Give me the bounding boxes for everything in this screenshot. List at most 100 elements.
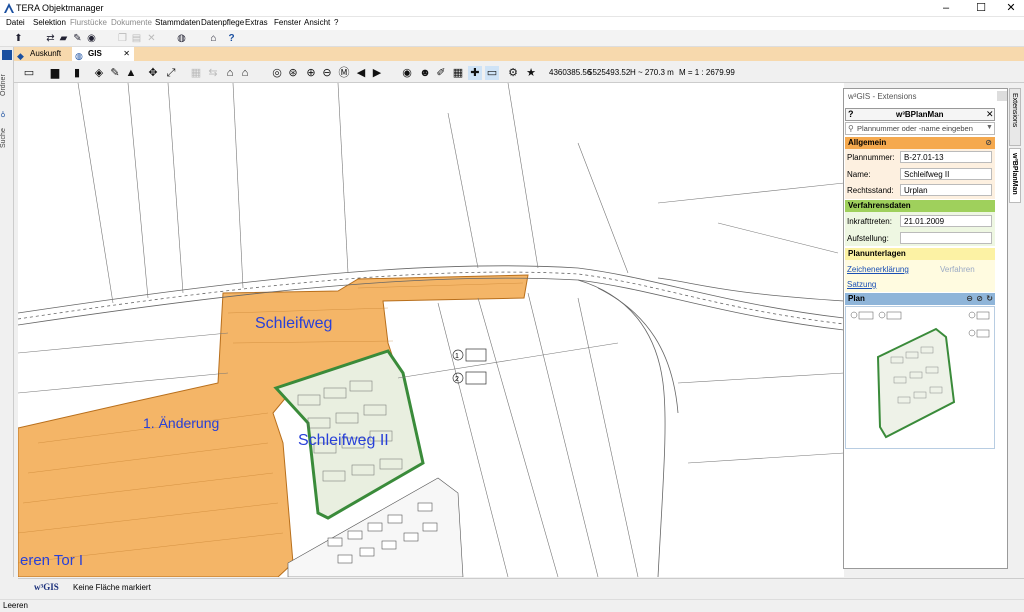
swap-icon[interactable]: ⇆ <box>206 66 220 80</box>
search-placeholder: Plannummer oder -name eingeben <box>857 124 973 133</box>
app-status-text: Leeren <box>3 601 28 610</box>
globe-icon[interactable]: ◍ <box>175 32 188 45</box>
ordner-icon[interactable] <box>2 50 12 60</box>
name-field[interactable]: Schleifweg II <box>900 168 992 180</box>
puzzle-icon[interactable]: ✚ <box>468 66 482 80</box>
rechtsstand-label: Rechtsstand: <box>847 186 894 195</box>
maximize-button[interactable]: ☐ <box>965 0 997 17</box>
menu-flurstuecke[interactable]: Flurstücke <box>70 18 107 27</box>
print-icon[interactable]: ▆ <box>48 66 62 80</box>
plan-thumbnail <box>850 311 990 439</box>
help-button[interactable]: ? <box>848 109 854 119</box>
menu-help[interactable]: ? <box>334 18 338 27</box>
search-icon[interactable]: ⚲ <box>0 109 14 119</box>
bookmark-icon[interactable]: ⌂ <box>207 32 220 45</box>
delete-icon[interactable]: ✕ <box>145 32 158 45</box>
pin-icon[interactable]: ⬆ <box>12 32 25 45</box>
plan-preview[interactable] <box>845 306 995 449</box>
menu-stammdaten[interactable]: Stammdaten <box>155 18 200 27</box>
home-icon[interactable]: ⌂ <box>223 66 237 80</box>
coord-y: 5525493.52 <box>588 68 631 77</box>
help-icon[interactable]: ? <box>225 32 238 45</box>
map-canvas[interactable]: 1 2 Schleifweg Schleifweg II 1. Änderung… <box>18 83 844 577</box>
rechtsstand-field[interactable]: Urplan <box>900 184 992 196</box>
refresh-icon[interactable]: ↻ <box>986 293 993 305</box>
filter-icon[interactable]: ⇄ <box>44 32 57 45</box>
comment-icon[interactable]: ▭ <box>485 66 499 80</box>
inkrafttreten-field[interactable]: 21.01.2009 <box>900 215 992 227</box>
layers-icon[interactable]: ◈ <box>92 66 106 80</box>
menu-ansicht[interactable]: Ansicht <box>304 18 330 27</box>
menu-dokumente[interactable]: Dokumente <box>111 18 152 27</box>
minimize-button[interactable]: – <box>930 0 962 17</box>
title-bar: TERA Objektmanager – ☐ ✕ <box>0 0 1024 17</box>
close-button[interactable]: ✕ <box>995 0 1024 17</box>
buildings-icon[interactable]: ⌂ <box>238 66 252 80</box>
menu-datei[interactable]: Datei <box>6 18 25 27</box>
tools-icon[interactable]: ✎ <box>71 32 84 45</box>
vertical-tab-extensions-label: Extensions <box>1011 93 1018 128</box>
back-icon[interactable]: ◀ <box>354 66 368 80</box>
extensions-panel: w³GIS - Extensions ? w³BPlanMan ✕ ⚲ Plan… <box>843 88 1008 569</box>
gear-icon[interactable]: ⚙ <box>506 66 520 80</box>
menu-extras[interactable]: Extras <box>245 18 268 27</box>
plannummer-field[interactable]: B-27.01-13 <box>900 151 992 163</box>
section-planunterlagen-label: Planunterlagen <box>848 249 906 258</box>
star-icon[interactable]: ★ <box>524 66 538 80</box>
terrain-icon[interactable]: ▲ <box>124 66 138 80</box>
remove-icon[interactable]: ⊘ <box>976 293 983 305</box>
measure-icon[interactable]: Ⓜ <box>337 66 351 80</box>
menu-fenster[interactable]: Fenster <box>274 18 301 27</box>
paste-icon[interactable]: ▤ <box>130 32 143 45</box>
plannummer-label: Plannummer: <box>847 153 895 162</box>
pen-icon[interactable]: ✎ <box>108 66 122 80</box>
panel-close-button[interactable]: ✕ <box>986 109 994 120</box>
tab-auskunft[interactable]: ◆ Auskunft <box>14 47 72 61</box>
remove-icon[interactable]: ⊘ <box>985 137 992 149</box>
close-tab-icon[interactable]: ✕ <box>123 47 130 61</box>
verfahren-link[interactable]: Verfahren <box>940 265 975 274</box>
pan-icon[interactable]: ⊛ <box>286 66 300 80</box>
rectangle-select-icon[interactable]: ▭ <box>22 66 36 80</box>
copy-icon[interactable]: ❐ <box>116 32 129 45</box>
crosshair-icon[interactable]: ✥ <box>146 66 160 80</box>
section-plan-label: Plan <box>848 294 865 303</box>
menu-datenpflege[interactable]: Datenpflege <box>201 18 244 27</box>
gis-icon[interactable]: ◉ <box>85 32 98 45</box>
section-plan[interactable]: Plan ⊖ ⊘ ↻ <box>845 293 995 305</box>
person-icon[interactable]: ☻ <box>418 66 432 80</box>
zeichenerklaerung-link[interactable]: Zeichenerklärung <box>847 265 909 274</box>
side-tab-suche[interactable]: Suche <box>0 121 14 155</box>
fit-extent-icon[interactable]: ⤢ <box>164 66 178 80</box>
grid-icon[interactable]: ▦ <box>189 66 203 80</box>
target-icon[interactable]: ◉ <box>400 66 414 80</box>
section-planunterlagen[interactable]: Planunterlagen <box>845 248 995 260</box>
section-allgemein[interactable]: Allgemein ⊘ <box>845 137 995 149</box>
edit-icon[interactable]: ✐ <box>434 66 448 80</box>
main-toolbar: ⬆ ⇄ ▰ ✎ ◉ ❐ ▤ ✕ ◍ ⌂ ? <box>0 30 1024 47</box>
section-verfahrensdaten[interactable]: Verfahrensdaten <box>845 200 995 212</box>
forward-icon[interactable]: ▶ <box>370 66 384 80</box>
label-schleifweg-2: Schleifweg II <box>298 432 389 449</box>
satzung-link[interactable]: Satzung <box>847 280 876 289</box>
tab-gis[interactable]: ◍ GIS ✕ <box>72 47 134 61</box>
bookmark-icon[interactable]: ▮ <box>70 66 84 80</box>
side-tab-ordner[interactable]: Ordner <box>0 63 14 108</box>
zoom-in-icon[interactable]: ⊕ <box>304 66 318 80</box>
vertical-tab-extensions[interactable]: Extensions <box>1009 88 1021 146</box>
dropdown-icon[interactable]: ▼ <box>986 124 993 131</box>
circle-select-icon[interactable]: ◎ <box>270 66 284 80</box>
label-aenderung: 1. Änderung <box>143 415 219 431</box>
folder-open-icon[interactable]: ▰ <box>57 32 70 45</box>
section-verfahrensdaten-label: Verfahrensdaten <box>848 201 911 210</box>
minus-icon[interactable]: ⊖ <box>966 293 973 305</box>
vertical-tab-bplanman[interactable]: w³BPlanMan <box>1009 148 1021 203</box>
table-icon[interactable]: ▦ <box>451 66 465 80</box>
map-drawing[interactable]: 1 2 Schleifweg Schleifweg II 1. Änderung… <box>18 83 844 577</box>
zoom-out-icon[interactable]: ⊖ <box>320 66 334 80</box>
panel-pin-icon[interactable] <box>997 91 1007 101</box>
aufstellung-field[interactable] <box>900 232 992 244</box>
scale-readout: M = 1 : 2679.99 <box>679 68 735 77</box>
menu-selektion[interactable]: Selektion <box>33 18 66 27</box>
plan-search-box[interactable]: ⚲ Plannummer oder -name eingeben ▼ <box>845 122 995 135</box>
